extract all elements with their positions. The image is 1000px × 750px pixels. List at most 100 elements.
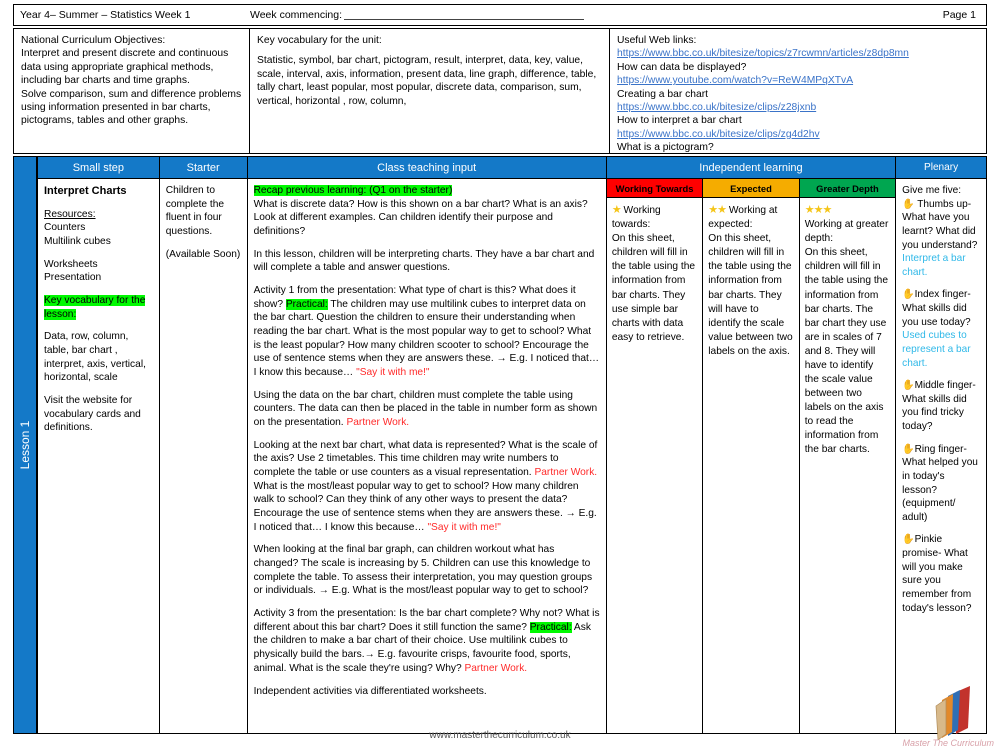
weblink-url-3[interactable]: https://www.bbc.co.uk/bitesize/clips/zg4… [617, 128, 979, 141]
band-text-2: On this sheet, children will fill in the… [804, 247, 888, 456]
teaching-paragraph-5: Looking at the next bar chart, what data… [254, 439, 600, 535]
weblink-caption-1: Creating a bar chart [617, 88, 709, 100]
table-body-row: Interpret Charts Resources: Counters Mul… [38, 179, 986, 733]
table-header-row: Small step Starter Class teaching input … [38, 157, 986, 179]
band-header-expected: Expected [703, 179, 800, 198]
star-rating-icon-3: ★★★ [804, 204, 833, 216]
teaching-paragraph-8: Independent activities via differentiate… [253, 685, 487, 697]
band-header-greater-depth: Greater Depth [799, 179, 896, 198]
lesson-vocab-list: Data, row, column, table, bar chart , in… [44, 331, 146, 384]
footer-website-url: www.masterthecurriculum.co.uk [429, 730, 571, 741]
national-curriculum-objectives-box: National Curriculum Objectives: Interpre… [14, 29, 250, 153]
band-lead-2: Working at greater depth: [804, 219, 889, 245]
teaching-paragraph-7: Activity 3 from the presentation: Is the… [254, 607, 600, 675]
plenary-answer-0: Interpret a bar chart. [902, 253, 966, 278]
weblink-caption-2: How to interpret a bar chart [617, 115, 742, 127]
band-body-working-towards: ★ Working towards: On this sheet, childr… [607, 198, 704, 733]
vocab-list: Statistic, symbol, bar chart, pictogram,… [257, 55, 597, 107]
column-header-plenary: Plenary [896, 157, 986, 179]
weblink-url-1[interactable]: https://www.youtube.com/watch?v=ReW4MPqX… [617, 74, 979, 87]
band-text-0: On this sheet, children will fill in the… [611, 233, 696, 343]
plenary-item-4: ✋Pinkie promise- What will you make sure… [902, 533, 980, 615]
week-commencing-label: Week commencing: [250, 9, 343, 21]
weblink-url-2[interactable]: https://www.bbc.co.uk/bitesize/clips/z28… [617, 101, 979, 114]
column-header-class-teaching-input: Class teaching input [247, 157, 607, 179]
next-chart-text-b: What is the most/least popular way to ge… [253, 480, 597, 533]
useful-web-links-box: Useful Web links: https://www.bbc.co.uk/… [610, 29, 986, 153]
starter-text: Children to complete the fluent in four … [165, 185, 225, 238]
column-header-independent-learning: Independent learning [606, 157, 897, 179]
band-text-1: On this sheet, children will fill in the… [708, 233, 793, 357]
plenary-item-2: ✋Middle finger- What skills did you find… [902, 379, 980, 434]
practical-highlight-1: Practical: [285, 298, 328, 310]
hand-icon-4: ✋ [902, 534, 915, 546]
weblink-url-0[interactable]: https://www.bbc.co.uk/bitesize/topics/z7… [617, 47, 979, 60]
teaching-paragraph-6: When looking at the final bar graph, can… [253, 544, 593, 597]
key-vocabulary-unit-box: Key vocabulary for the unit: Statistic, … [250, 29, 610, 153]
plenary-question-4: Pinkie promise- What will you make sure … [902, 534, 972, 614]
weblinks-heading: Useful Web links: [617, 35, 697, 46]
nc-heading: National Curriculum Objectives: [21, 35, 166, 46]
small-step-title: Interpret Charts [44, 185, 127, 197]
partner-work-3: Partner Work. [464, 662, 528, 674]
lesson-vocab-heading: Key vocabulary for the lesson: [44, 294, 153, 321]
lesson-number-strip: Lesson 1 [13, 156, 37, 734]
independent-band-body-row: ★ Working towards: On this sheet, childr… [607, 198, 895, 733]
resource-item-0: Counters [44, 222, 86, 234]
hand-icon-2: ✋ [902, 380, 915, 392]
master-the-curriculum-logo [935, 686, 970, 741]
table-task-text: Using the data on the bar chart, childre… [253, 389, 598, 429]
column-header-starter: Starter [159, 157, 248, 179]
resource-item-1: Multilink cubes [44, 236, 111, 248]
plenary-intro-label: Give me five: [902, 185, 962, 196]
vocab-heading: Key vocabulary for the unit: [257, 35, 382, 46]
cell-plenary: Give me five: ✋ Thumbs up- What have you… [896, 179, 986, 733]
cell-class-teaching-input: Recap previous learning: (Q1 on the star… [248, 179, 607, 733]
starter-availability: (Available Soon) [165, 248, 241, 260]
teaching-paragraph-3: Activity 1 from the presentation: What t… [254, 284, 600, 380]
teaching-paragraph-1: Recap previous learning: (Q1 on the star… [253, 184, 600, 239]
practical-highlight-2: Practical: [529, 621, 572, 633]
lesson-vocab-heading-highlight: Key vocabulary for the lesson: [44, 295, 146, 320]
cell-small-step: Interpret Charts Resources: Counters Mul… [38, 179, 160, 733]
resources-heading: Resources: [44, 208, 96, 220]
column-header-small-step: Small step [38, 157, 160, 179]
plenary-question-3: Ring finger- What helped you in today's … [902, 443, 978, 523]
teaching-paragraph-2: In this lesson, children will be interpr… [253, 248, 595, 274]
say-it-with-me-2: "Say it with me!" [427, 521, 501, 533]
material-item-0: Worksheets [44, 258, 98, 270]
lesson-number-label: Lesson 1 [18, 420, 32, 470]
band-body-greater-depth: ★★★ Working at greater depth: On this sh… [800, 198, 895, 733]
week-commencing-field: Week commencing: [244, 9, 896, 21]
weblink-caption-3: What is a pictogram? [617, 142, 714, 153]
weblink-caption-0: How can data be displayed? [617, 61, 747, 73]
cell-starter: Children to complete the fluent in four … [160, 179, 248, 733]
band-body-expected: ★★ Working at expected: On this sheet, c… [703, 198, 800, 733]
plenary-item-1: ✋Index finger- What skills did you use t… [902, 288, 980, 370]
week-commencing-blank-line[interactable] [344, 19, 585, 20]
page-number-label: Page 1 [942, 9, 976, 21]
logo-wordmark: Master The Curriculum [902, 738, 994, 748]
plenary-item-3: ✋Ring finger- What helped you in today's… [902, 443, 980, 525]
year-term-label: Year 4– Summer – Statistics Week 1 [20, 9, 191, 21]
cell-independent-learning: Working Towards Expected Greater Depth ★… [606, 179, 897, 733]
hand-icon-1: ✋ [902, 289, 915, 301]
independent-band-header-row: Working Towards Expected Greater Depth [606, 179, 896, 198]
page-header-bar: Year 4– Summer – Statistics Week 1 Week … [13, 4, 987, 26]
hand-icon-0: ✋ [902, 198, 915, 210]
teaching-paragraph-4: Using the data on the bar chart, childre… [254, 389, 600, 430]
website-note: Visit the website for vocabulary cards a… [44, 395, 141, 434]
star-rating-icon-2: ★★ [708, 204, 727, 216]
lesson-plan-page: Year 4– Summer – Statistics Week 1 Week … [0, 0, 1000, 750]
band-header-working-towards: Working Towards [606, 179, 704, 198]
partner-work-1: Partner Work. [346, 417, 410, 429]
partner-work-2: Partner Work. [534, 467, 598, 479]
material-item-1: Presentation [44, 272, 102, 284]
recap-highlight: Recap previous learning: (Q1 on the star… [253, 185, 453, 196]
info-row: National Curriculum Objectives: Interpre… [13, 28, 987, 154]
